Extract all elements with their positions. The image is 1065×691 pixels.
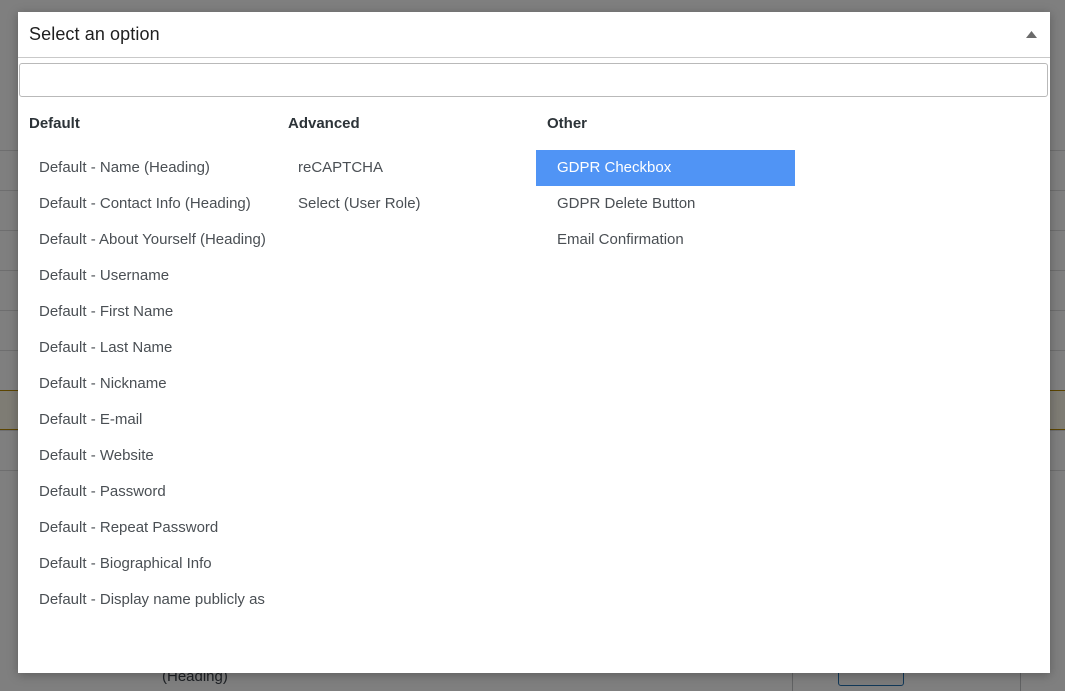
option-item[interactable]: Default - Name (Heading) <box>18 150 277 186</box>
search-input[interactable] <box>19 63 1048 97</box>
option-item[interactable]: Default - Biographical Info <box>18 546 277 582</box>
option-column-advanced: Advanced reCAPTCHA Select (User Role) <box>277 114 536 673</box>
option-columns: Default Default - Name (Heading) Default -… <box>18 103 1050 673</box>
option-item-selected[interactable]: GDPR Checkbox <box>536 150 795 186</box>
option-item[interactable]: Email Confirmation <box>536 222 795 258</box>
option-item[interactable]: Default - Display name publicly as <box>18 582 277 618</box>
option-list: reCAPTCHA Select (User Role) <box>277 150 536 222</box>
caret-up-icon[interactable] <box>1024 28 1038 42</box>
modal-title: Select an option <box>29 24 160 44</box>
option-item[interactable]: Default - Contact Info (Heading) <box>18 186 277 222</box>
modal-header: Select an option <box>18 12 1050 58</box>
option-item[interactable]: reCAPTCHA <box>277 150 536 186</box>
option-item[interactable]: Default - Repeat Password <box>18 510 277 546</box>
page-root: eeamnafo (Heading) Select an option Defa… <box>0 0 1065 691</box>
option-item[interactable]: Default - Nickname <box>18 366 277 402</box>
option-item[interactable]: Default - Website <box>18 438 277 474</box>
option-column-header: Default <box>29 115 80 132</box>
option-column-header: Other <box>547 115 588 132</box>
option-item[interactable]: GDPR Delete Button <box>536 186 795 222</box>
option-item[interactable]: Select (User Role) <box>277 186 536 222</box>
option-list: Default - Name (Heading) Default - Contac… <box>18 150 277 618</box>
option-column-other: Other GDPR Checkbox GDPR Delete Button Emai… <box>536 114 795 673</box>
option-item[interactable]: Default - About Yourself (Heading) <box>18 222 277 258</box>
option-list: GDPR Checkbox GDPR Delete Button Email Con… <box>536 150 795 258</box>
option-item[interactable]: Default - Password <box>18 474 277 510</box>
option-item[interactable]: Default - First Name <box>18 294 277 330</box>
option-item[interactable]: Default - Username <box>18 258 277 294</box>
option-column-default: Default Default - Name (Heading) Default -… <box>18 114 277 673</box>
option-column-header: Advanced <box>288 115 360 132</box>
select-option-modal: Select an option Default Default - Name (… <box>18 12 1050 673</box>
option-item[interactable]: Default - E-mail <box>18 402 277 438</box>
search-row <box>18 58 1050 103</box>
option-item[interactable]: Default - Last Name <box>18 330 277 366</box>
